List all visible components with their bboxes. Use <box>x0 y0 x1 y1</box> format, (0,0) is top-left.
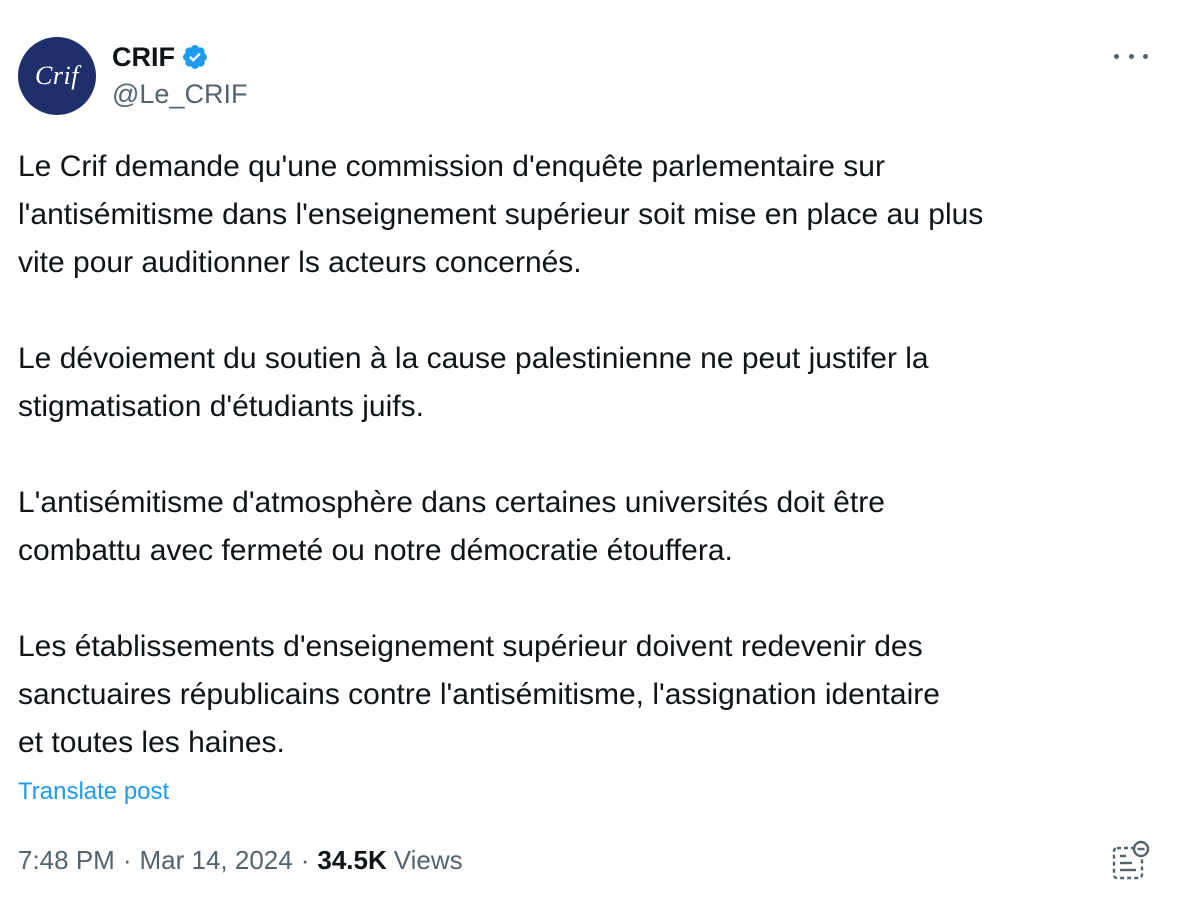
post-time[interactable]: 7:48 PM <box>18 842 115 878</box>
handle[interactable]: @Le_CRIF <box>112 76 247 112</box>
avatar-logo-text: Crif <box>35 61 79 90</box>
name-row: CRIF <box>112 40 247 74</box>
views-label: Views <box>393 845 463 875</box>
tweet-text: Le Crif demande qu'une commission d'enqu… <box>18 143 1158 767</box>
post-date[interactable]: Mar 14, 2024 <box>140 842 293 878</box>
meta-separator: · <box>300 845 310 875</box>
more-icon[interactable] <box>1114 44 1148 68</box>
verified-badge-icon[interactable] <box>181 43 209 71</box>
views-count: 34.5K <box>317 845 387 875</box>
more-dot <box>1128 53 1134 59</box>
display-name[interactable]: CRIF <box>112 40 175 74</box>
more-dot <box>1114 53 1119 59</box>
avatar[interactable]: Crif <box>18 37 96 115</box>
meta-separator: · <box>122 845 132 875</box>
analytics-icon[interactable] <box>1112 840 1150 880</box>
tweet-paragraph: Les établissements d'enseignement supéri… <box>18 630 940 759</box>
tweet-header: Crif CRIF @Le_CRIF <box>18 36 247 116</box>
tweet-meta: 7:48 PM · Mar 14, 2024 · 34.5K Views <box>18 842 463 878</box>
translate-post-link[interactable]: Translate post <box>18 776 169 808</box>
tweet-paragraph: Le Crif demande qu'une commission d'enqu… <box>18 150 984 279</box>
tweet-paragraph: L'antisémitisme d'atmosphère dans certai… <box>18 486 885 567</box>
more-dot <box>1143 53 1148 59</box>
tweet-paragraph: Le dévoiement du soutien à la cause pale… <box>18 342 929 423</box>
tweet-card: Crif CRIF @Le_CRIF Le Crif demande qu'un… <box>0 0 1180 906</box>
author-names: CRIF @Le_CRIF <box>112 40 247 112</box>
